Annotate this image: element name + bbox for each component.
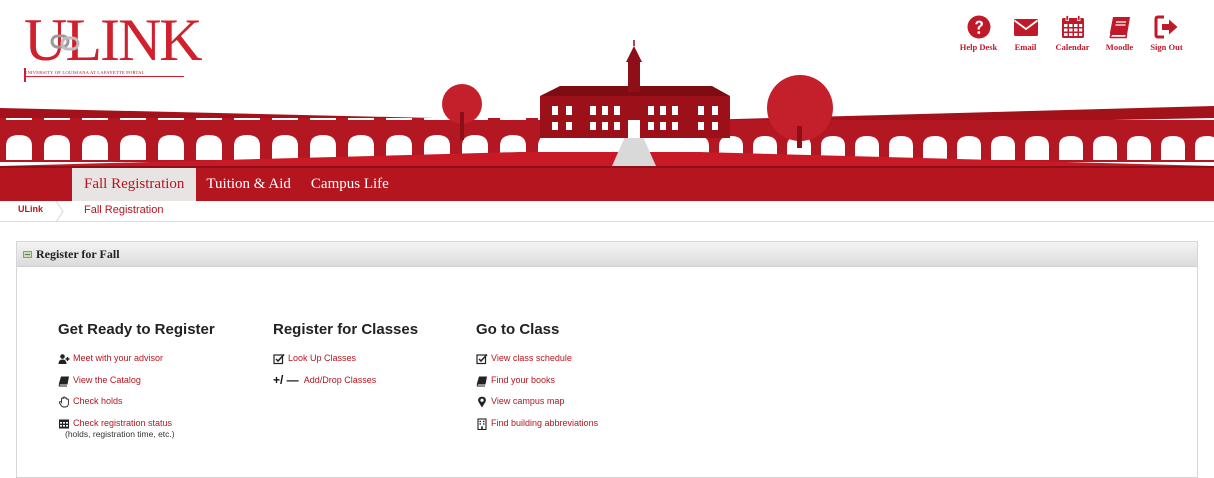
question-icon	[967, 15, 990, 39]
item-label: Find your books	[491, 374, 556, 385]
view-class-schedule-link[interactable]: View class schedule	[476, 353, 598, 375]
campus-banner-illustration	[0, 40, 1214, 166]
building-icon	[477, 417, 487, 430]
item-label: Check registration status	[73, 417, 173, 428]
tab-tuition-aid[interactable]: Tuition & Aid	[196, 168, 300, 201]
user-plus-icon	[58, 354, 70, 364]
check-holds-link[interactable]: Check holds	[58, 396, 215, 418]
panel-header: Register for Fall	[17, 242, 1197, 267]
look-up-classes-link[interactable]: Look Up Classes	[273, 353, 418, 375]
item-label: Find building abbreviations	[491, 417, 599, 428]
column-get-ready: Get Ready to Register Meet with your adv…	[58, 321, 215, 440]
item-label: Meet with your advisor	[73, 353, 164, 363]
calendar-icon	[1061, 15, 1084, 38]
chevron-right-icon	[55, 201, 64, 222]
breadcrumb: ULink Fall Registration	[0, 201, 1214, 222]
link-list: Meet with your advisor View the Catalog …	[58, 353, 215, 440]
nav-tabs: Fall Registration Tuition & Aid Campus L…	[72, 168, 399, 201]
item-label: View the Catalog	[73, 374, 141, 385]
check-registration-status-link[interactable]: Check registration status (holds, regist…	[58, 418, 215, 440]
view-catalog-link[interactable]: View the Catalog	[58, 375, 215, 397]
find-building-abbreviations-link[interactable]: Find building abbreviations	[476, 418, 598, 440]
link-list: View class schedule Find your books View…	[476, 353, 598, 439]
envelope-icon	[1013, 19, 1038, 36]
view-campus-map-link[interactable]: View campus map	[476, 396, 598, 418]
add-drop-classes-link[interactable]: +/ — Add/Drop Classes	[273, 372, 418, 397]
breadcrumb-home-link[interactable]: ULink	[18, 204, 43, 214]
item-sublabel: (holds, registration time, etc.)	[65, 428, 175, 439]
breadcrumb-current[interactable]: Fall Registration	[84, 204, 163, 216]
column-register-for-classes: Register for Classes Look Up Classes +/ …	[273, 321, 418, 396]
map-marker-icon	[478, 396, 486, 408]
column-go-to-class: Go to Class View class schedule Find you…	[476, 321, 598, 439]
find-your-books-link[interactable]: Find your books	[476, 375, 598, 397]
checkbox-icon	[476, 353, 488, 365]
item-label: View campus map	[491, 396, 565, 406]
item-label: Look Up Classes	[288, 353, 357, 363]
book-icon	[58, 376, 69, 386]
book-icon	[476, 376, 487, 386]
main-nav: Fall Registration Tuition & Aid Campus L…	[0, 166, 1214, 201]
register-panel: Register for Fall Get Ready to Register …	[16, 241, 1198, 478]
item-label: Add/Drop Classes	[303, 374, 377, 385]
tab-campus-life[interactable]: Campus Life	[301, 168, 399, 201]
panel-toggle-icon[interactable]	[23, 250, 32, 258]
column-title: Go to Class	[476, 321, 560, 338]
meet-advisor-link[interactable]: Meet with your advisor	[58, 353, 215, 375]
plus-minus-icon: +/ —	[273, 372, 299, 387]
column-title: Get Ready to Register	[58, 321, 215, 338]
column-title: Register for Classes	[273, 321, 419, 338]
checkbox-icon	[273, 353, 285, 365]
item-label: Check holds	[73, 396, 123, 406]
tab-fall-registration[interactable]: Fall Registration	[72, 168, 197, 201]
link-list: Look Up Classes +/ — Add/Drop Classes	[273, 353, 418, 396]
sign-out-icon	[1154, 15, 1177, 39]
book-icon	[1109, 17, 1130, 39]
panel-title: Register for Fall	[36, 246, 120, 261]
hand-icon	[58, 396, 69, 408]
item-label: View class schedule	[491, 353, 572, 363]
